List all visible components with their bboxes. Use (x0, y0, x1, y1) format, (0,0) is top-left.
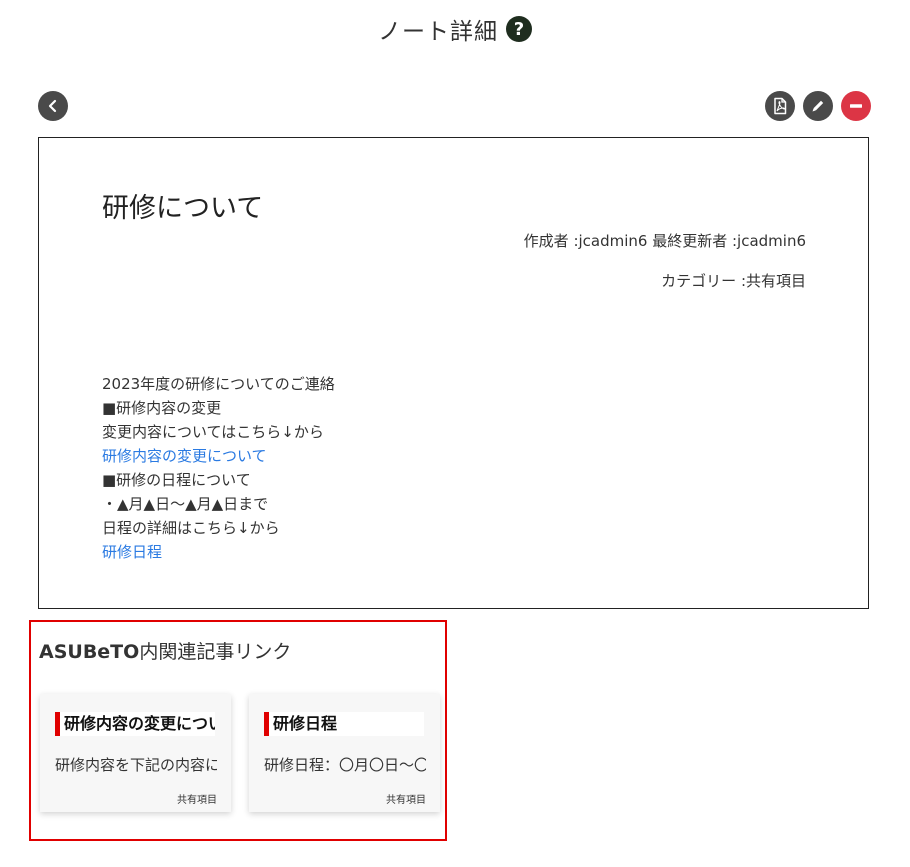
note-authors: 作成者 :jcadmin6 最終更新者 :jcadmin6 (523, 232, 806, 250)
related-article-card[interactable]: 研修内容の変更について 研修内容を下記の内容に変更します 共有項目 (40, 694, 231, 812)
card-excerpt: 研修日程：〇月〇日～〇月〇日 (264, 756, 426, 774)
related-articles-heading: ASUBeTO内関連記事リンク (39, 637, 291, 664)
card-title-bar: 研修日程 (264, 712, 424, 736)
back-button[interactable] (38, 91, 68, 121)
card-category: 共有項目 (386, 795, 426, 806)
pencil-icon (812, 100, 824, 112)
note-body-line: 変更内容についてはこちら↓から (102, 423, 324, 441)
delete-button[interactable] (841, 91, 871, 121)
note-body-link[interactable]: 研修日程 (102, 540, 335, 564)
card-category: 共有項目 (177, 795, 217, 806)
note-title: 研修について (102, 193, 264, 224)
card-excerpt: 研修内容を下記の内容に変更します (55, 756, 217, 774)
help-icon[interactable]: ? (506, 16, 532, 42)
page-header: ノート詳細 ? (0, 12, 910, 46)
chevron-left-icon (48, 99, 57, 113)
note-body-link[interactable]: 研修内容の変更について (102, 444, 335, 468)
related-heading-brand: ASUBeTO (39, 641, 140, 663)
card-title: 研修内容の変更について (64, 714, 215, 733)
minus-icon (850, 104, 862, 108)
card-title: 研修日程 (273, 714, 338, 733)
note-category: カテゴリー :共有項目 (661, 272, 806, 290)
related-article-card[interactable]: 研修日程 研修日程：〇月〇日～〇月〇日 共有項目 (249, 694, 440, 812)
note-detail-panel: 研修について 作成者 :jcadmin6 最終更新者 :jcadmin6 カテゴ… (38, 137, 869, 609)
related-articles-section: ASUBeTO内関連記事リンク 研修内容の変更について 研修内容を下記の内容に変… (29, 620, 447, 841)
page-title: ノート詳細 (378, 19, 498, 45)
card-title-bar: 研修内容の変更について (55, 712, 215, 736)
note-body-line: ■研修内容の変更 (102, 399, 222, 417)
note-body: 2023年度の研修についてのご連絡 ■研修内容の変更 変更内容についてはこちら↓… (102, 372, 335, 564)
edit-button[interactable] (803, 91, 833, 121)
pdf-file-icon (774, 97, 787, 115)
pdf-export-button[interactable] (765, 91, 795, 121)
related-heading-text: 内関連記事リンク (139, 641, 292, 663)
note-body-line: 2023年度の研修についてのご連絡 (102, 375, 335, 393)
note-body-line: ・▲月▲日～▲月▲日まで (102, 495, 269, 513)
note-body-line: 日程の詳細はこちら↓から (102, 519, 280, 537)
note-body-line: ■研修の日程について (102, 471, 251, 489)
